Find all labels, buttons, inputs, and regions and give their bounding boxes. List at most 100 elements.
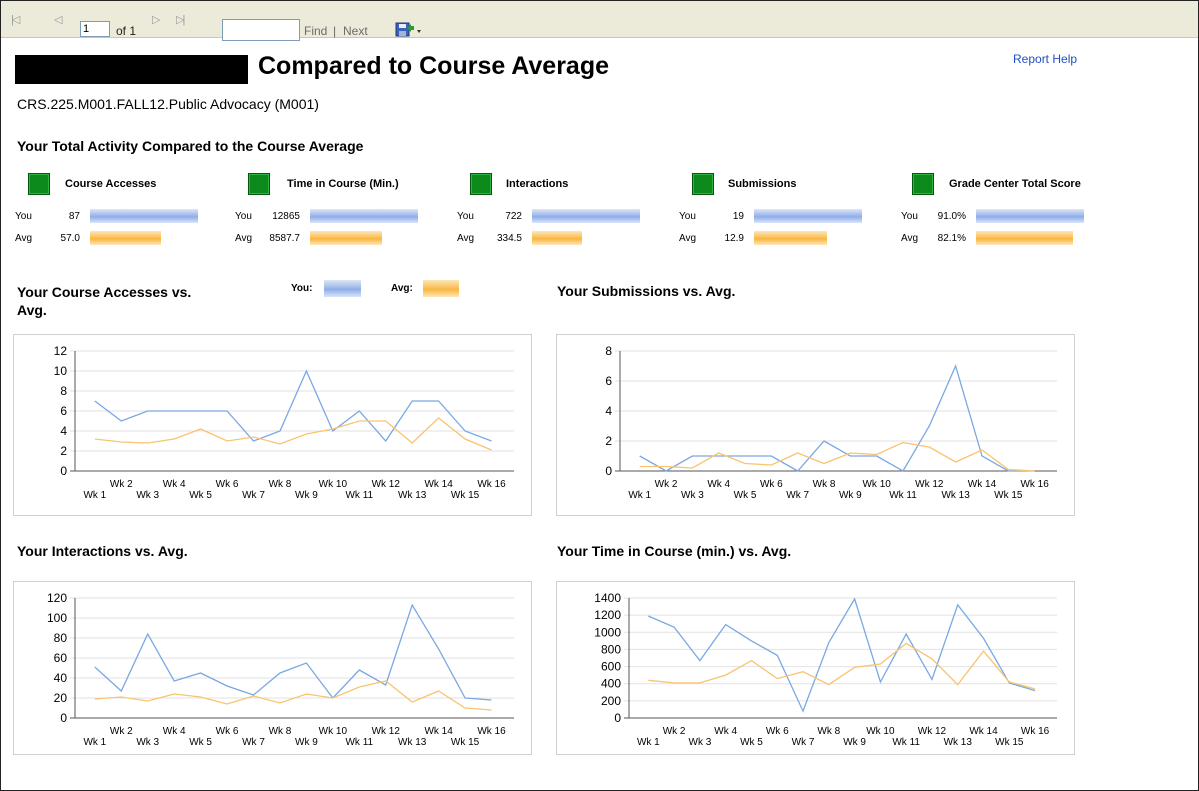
x-tick-label: Wk 7 xyxy=(786,490,809,501)
metric-status-square xyxy=(692,173,714,195)
y-tick-label: 2 xyxy=(605,434,612,448)
total-activity-heading: Your Total Activity Compared to the Cour… xyxy=(17,138,364,154)
report-toolbar: |◁ ◁ of 1 ▷ ▷| Find | Next xyxy=(1,1,1198,41)
metric-you-bar xyxy=(754,209,862,223)
chart-title-interactions: Your Interactions vs. Avg. xyxy=(17,543,188,559)
y-tick-label: 12 xyxy=(54,344,68,358)
x-tick-label: Wk 10 xyxy=(866,726,895,737)
x-tick-label: Wk 2 xyxy=(655,479,678,490)
metric-you-value: 722 xyxy=(505,211,522,222)
x-tick-label: Wk 13 xyxy=(941,490,970,501)
y-tick-label: 10 xyxy=(54,364,68,378)
metric-you-bar xyxy=(976,209,1084,223)
y-tick-label: 1400 xyxy=(594,591,621,605)
y-tick-label: 0 xyxy=(60,711,67,725)
y-tick-label: 4 xyxy=(60,424,67,438)
metric-you-label: You xyxy=(15,211,32,222)
y-tick-label: 6 xyxy=(605,374,612,388)
page-title: Compared to Course Average xyxy=(258,52,610,80)
find-link[interactable]: Find xyxy=(304,24,327,38)
metric-avg-value: 334.5 xyxy=(496,233,522,244)
x-tick-label: Wk 3 xyxy=(689,737,712,748)
x-tick-label: Wk 11 xyxy=(345,737,373,748)
y-tick-label: 8 xyxy=(605,344,612,358)
metric-you-bar xyxy=(532,209,640,223)
metric-avg-value: 12.9 xyxy=(724,233,744,244)
report-help-link[interactable]: Report Help xyxy=(1013,52,1077,66)
x-tick-label: Wk 12 xyxy=(918,726,947,737)
x-tick-label: Wk 8 xyxy=(269,479,292,490)
series-avg-line xyxy=(639,441,1035,472)
y-tick-label: 8 xyxy=(60,384,67,398)
y-tick-label: 4 xyxy=(605,404,612,418)
x-tick-label: Wk 15 xyxy=(451,490,480,501)
x-tick-label: Wk 15 xyxy=(994,490,1023,501)
x-tick-label: Wk 4 xyxy=(714,726,737,737)
x-tick-label: Wk 13 xyxy=(398,737,427,748)
y-tick-label: 80 xyxy=(54,631,68,645)
next-page-icon[interactable]: ▷ xyxy=(152,13,161,26)
x-tick-label: Wk 7 xyxy=(792,737,815,748)
metric-avg-bar xyxy=(976,231,1073,245)
x-tick-label: Wk 1 xyxy=(83,737,106,748)
metric-avg-label: Avg xyxy=(901,233,919,244)
x-tick-label: Wk 16 xyxy=(1021,726,1050,737)
x-tick-label: Wk 5 xyxy=(740,737,763,748)
x-tick-label: Wk 2 xyxy=(110,479,133,490)
x-tick-label: Wk 3 xyxy=(681,490,704,501)
metric-title: Time in Course (Min.) xyxy=(287,178,399,190)
x-tick-label: Wk 11 xyxy=(892,737,920,748)
chart-time: 0 200 400 600 800 1000 1200 1400 Wk 1 Wk 2 Wk 3 Wk … xyxy=(556,581,1075,755)
x-tick-label: Wk 10 xyxy=(862,479,891,490)
y-tick-label: 40 xyxy=(54,671,68,685)
y-tick-label: 1000 xyxy=(594,625,621,639)
x-tick-label: Wk 2 xyxy=(110,726,133,737)
x-tick-label: Wk 16 xyxy=(477,726,506,737)
x-tick-label: Wk 5 xyxy=(734,490,757,501)
metric-avg-label: Avg xyxy=(457,233,475,244)
x-tick-label: Wk 3 xyxy=(136,737,159,748)
y-tick-label: 1200 xyxy=(594,608,621,622)
y-tick-label: 120 xyxy=(47,591,67,605)
metric-avg-bar xyxy=(310,231,382,245)
last-page-icon[interactable]: ▷| xyxy=(176,13,185,26)
metric-avg-bar xyxy=(532,231,582,245)
export-button[interactable] xyxy=(395,21,423,39)
x-tick-label: Wk 12 xyxy=(915,479,944,490)
metric-you-bar xyxy=(310,209,418,223)
x-tick-label: Wk 15 xyxy=(451,737,480,748)
y-tick-label: 0 xyxy=(605,464,612,478)
first-page-icon[interactable]: |◁ xyxy=(11,13,20,26)
x-tick-label: Wk 1 xyxy=(628,490,651,501)
x-tick-label: Wk 6 xyxy=(766,726,789,737)
x-tick-label: Wk 6 xyxy=(216,726,239,737)
x-tick-label: Wk 6 xyxy=(216,479,239,490)
metric-you-label: You xyxy=(901,211,918,222)
x-tick-label: Wk 5 xyxy=(189,737,212,748)
previous-page-icon[interactable]: ◁ xyxy=(54,13,63,26)
page-number-input[interactable] xyxy=(80,21,110,37)
metric-you-label: You xyxy=(679,211,696,222)
course-name: CRS.225.M001.FALL12.Public Advocacy (M00… xyxy=(17,96,319,112)
metric-you-value: 91.0% xyxy=(937,211,966,222)
x-tick-label: Wk 14 xyxy=(424,479,453,490)
find-next-link[interactable]: Next xyxy=(343,24,368,38)
x-tick-label: Wk 6 xyxy=(760,479,783,490)
y-tick-label: 60 xyxy=(54,651,68,665)
legend-avg-swatch xyxy=(423,280,459,297)
page-count-label: of 1 xyxy=(116,24,137,38)
metric-you-label: You xyxy=(457,211,474,222)
metric-you-bar xyxy=(90,209,198,223)
metric-avg-bar xyxy=(90,231,161,245)
x-tick-label: Wk 4 xyxy=(163,479,186,490)
x-tick-label: Wk 9 xyxy=(839,490,862,501)
redacted-name-block xyxy=(15,55,248,84)
metric-title: Course Accesses xyxy=(65,178,157,190)
y-tick-label: 20 xyxy=(54,691,68,705)
x-tick-label: Wk 14 xyxy=(969,726,998,737)
find-separator: | xyxy=(333,24,337,38)
x-tick-label: Wk 4 xyxy=(707,479,730,490)
x-tick-label: Wk 13 xyxy=(398,490,427,501)
find-input[interactable] xyxy=(222,19,300,41)
x-tick-label: Wk 9 xyxy=(295,490,318,501)
